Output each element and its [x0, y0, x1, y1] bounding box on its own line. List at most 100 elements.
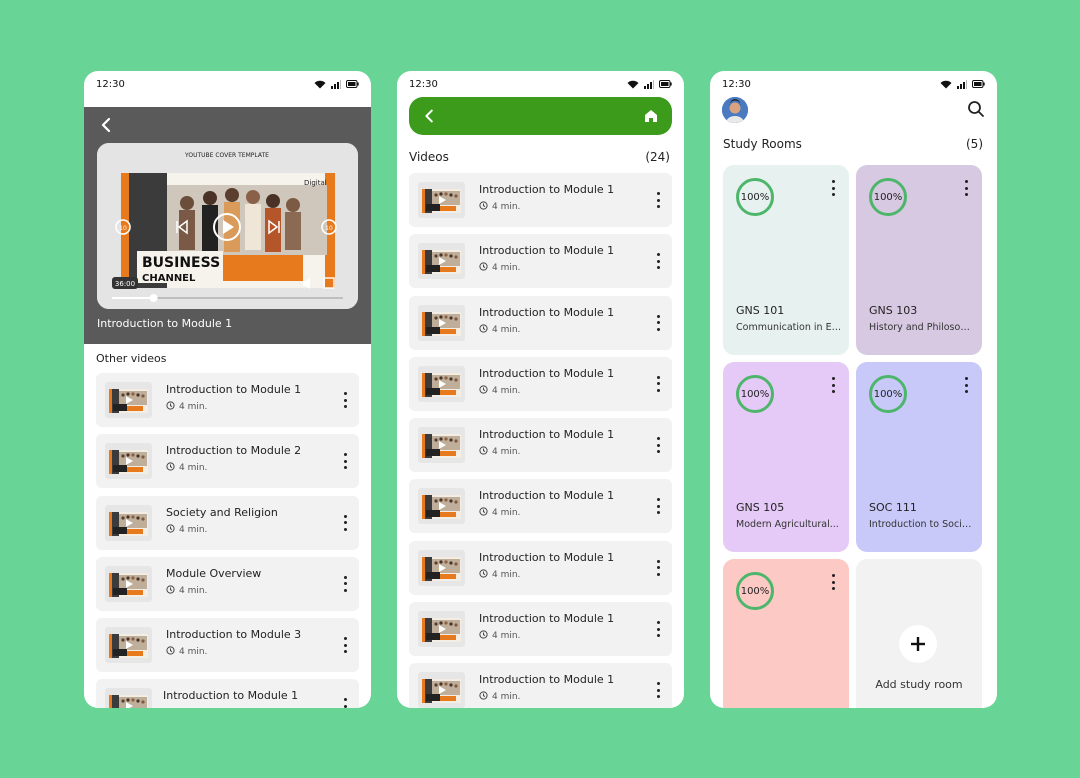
video-thumbnail — [105, 627, 152, 664]
video-title: Introduction to Module 1 — [479, 673, 615, 687]
videos-count: (24) — [645, 150, 670, 164]
list-item[interactable]: Introduction to Module 1 4 min. — [409, 602, 672, 657]
video-thumbnail — [105, 504, 152, 541]
course-name: Communication in En... — [736, 322, 842, 333]
signal-icon — [331, 79, 341, 89]
list-item[interactable]: Introduction to Module 1 4 min. — [409, 540, 672, 595]
videos-label: Videos — [409, 150, 449, 164]
list-item[interactable]: Society and Religion 4 min. — [96, 495, 359, 550]
progress-ring: 100% — [736, 572, 774, 610]
clock-icon — [479, 691, 488, 703]
progress-ring: 100% — [736, 375, 774, 413]
list-item[interactable]: Introduction to Module 1 4 min. — [409, 479, 672, 534]
more-options-icon[interactable] — [654, 190, 662, 210]
more-options-icon[interactable] — [654, 558, 662, 578]
fullscreen-icon[interactable] — [323, 277, 335, 289]
more-options-icon[interactable] — [829, 178, 837, 198]
list-item[interactable]: Introduction to Module 1 4 min. — [409, 234, 672, 289]
clock-icon — [479, 446, 488, 458]
forward-seconds: 10 — [325, 225, 333, 232]
search-icon[interactable] — [967, 100, 985, 118]
list-item[interactable]: Introduction to Module 1 4 min. — [96, 373, 359, 427]
study-room-card[interactable]: 100% GNS 101 Communication in En... — [723, 165, 849, 355]
progress-ring: 100% — [869, 178, 907, 216]
progress-handle[interactable] — [149, 294, 158, 302]
progress-label: 100% — [740, 388, 770, 400]
status-bar: 12:30 — [710, 71, 997, 97]
phone-video-player: 12:30 YOUTUBE COVER TEMPLATE Digital BUS… — [84, 71, 371, 708]
more-options-icon[interactable] — [341, 390, 349, 410]
more-options-icon[interactable] — [654, 251, 662, 271]
video-duration: 4 min. — [179, 524, 208, 535]
video-title: Introduction to Module 1 — [479, 550, 615, 564]
more-options-icon[interactable] — [654, 680, 662, 700]
more-options-icon[interactable] — [962, 178, 970, 198]
list-item[interactable]: Introduction to Module 1 4 min. — [409, 418, 672, 473]
more-options-icon[interactable] — [654, 374, 662, 394]
rewind-10-icon[interactable]: 10 — [115, 219, 131, 235]
battery-icon — [659, 80, 672, 88]
home-icon[interactable] — [642, 107, 660, 125]
clock-icon — [479, 201, 488, 213]
video-thumbnail — [418, 488, 465, 525]
video-thumbnail — [418, 611, 465, 648]
video-title: Introduction to Module 1 — [479, 428, 615, 442]
progress-ring: 100% — [869, 375, 907, 413]
top-bar — [722, 97, 985, 123]
more-options-icon[interactable] — [654, 435, 662, 455]
list-item[interactable]: Introduction to Module 1 — [96, 679, 359, 708]
phone-videos-list: 12:30 Videos (24) Introduction to Module… — [397, 71, 684, 708]
study-room-card[interactable]: 100%PSY 101 — [723, 559, 849, 708]
battery-icon — [346, 80, 359, 88]
more-options-icon[interactable] — [341, 635, 349, 655]
list-item[interactable]: Introduction to Module 1 4 min. — [409, 663, 672, 708]
more-options-icon[interactable] — [341, 574, 349, 594]
list-item[interactable]: Introduction to Module 1 4 min. — [409, 356, 672, 411]
add-study-room-card[interactable]: Add study room — [856, 559, 982, 708]
list-item[interactable]: Module Overview 4 min. — [96, 556, 359, 611]
video-thumbnail — [418, 672, 465, 708]
avatar[interactable] — [722, 97, 748, 123]
clock-icon — [166, 523, 175, 536]
add-icon[interactable] — [899, 625, 937, 663]
list-item[interactable]: Introduction to Module 1 4 min. — [409, 173, 672, 227]
next-icon[interactable] — [268, 219, 280, 235]
more-options-icon[interactable] — [654, 496, 662, 516]
back-arrow-icon[interactable] — [421, 107, 439, 125]
progress-fill — [112, 297, 154, 299]
play-icon[interactable] — [213, 213, 241, 241]
clock-icon — [479, 569, 488, 581]
video-title: Introduction to Module 3 — [166, 628, 302, 642]
now-playing-title: Introduction to Module 1 — [97, 317, 233, 330]
progress-label: 100% — [873, 388, 903, 400]
app-header — [409, 97, 672, 135]
list-item[interactable]: Introduction to Module 1 4 min. — [409, 295, 672, 350]
video-title: Introduction to Module 1 — [479, 244, 615, 258]
videos-header: Videos (24) — [409, 150, 670, 164]
more-options-icon[interactable] — [829, 375, 837, 395]
more-options-icon[interactable] — [341, 513, 349, 533]
volume-icon[interactable] — [303, 278, 310, 289]
video-thumbnail — [418, 427, 465, 464]
more-options-icon[interactable] — [654, 313, 662, 333]
study-room-card[interactable]: 100% GNS 103 History and Philosop... — [856, 165, 982, 355]
status-time: 12:30 — [722, 78, 751, 90]
more-options-icon[interactable] — [829, 572, 837, 592]
list-item[interactable]: Introduction to Module 2 4 min. — [96, 434, 359, 489]
back-arrow-icon[interactable] — [96, 115, 116, 135]
clock-icon — [479, 630, 488, 642]
more-options-icon[interactable] — [962, 375, 970, 395]
other-videos-list: Introduction to Module 1 4 min. Introduct… — [96, 373, 359, 708]
more-options-icon[interactable] — [341, 696, 349, 708]
more-options-icon[interactable] — [654, 619, 662, 639]
video-title: Module Overview — [166, 566, 262, 580]
study-room-card[interactable]: 100% SOC 111 Introduction to Sociol... — [856, 362, 982, 552]
video-player[interactable]: YOUTUBE COVER TEMPLATE Digital BUSINESS … — [97, 143, 358, 309]
list-item[interactable]: Introduction to Module 3 4 min. — [96, 618, 359, 673]
more-options-icon[interactable] — [341, 451, 349, 471]
previous-icon[interactable] — [176, 219, 188, 235]
course-code: GNS 105 — [736, 501, 785, 514]
forward-10-icon[interactable]: 10 — [321, 219, 337, 235]
study-room-card[interactable]: 100% GNS 105 Modern Agricultural... — [723, 362, 849, 552]
video-title: Introduction to Module 2 — [166, 444, 302, 458]
